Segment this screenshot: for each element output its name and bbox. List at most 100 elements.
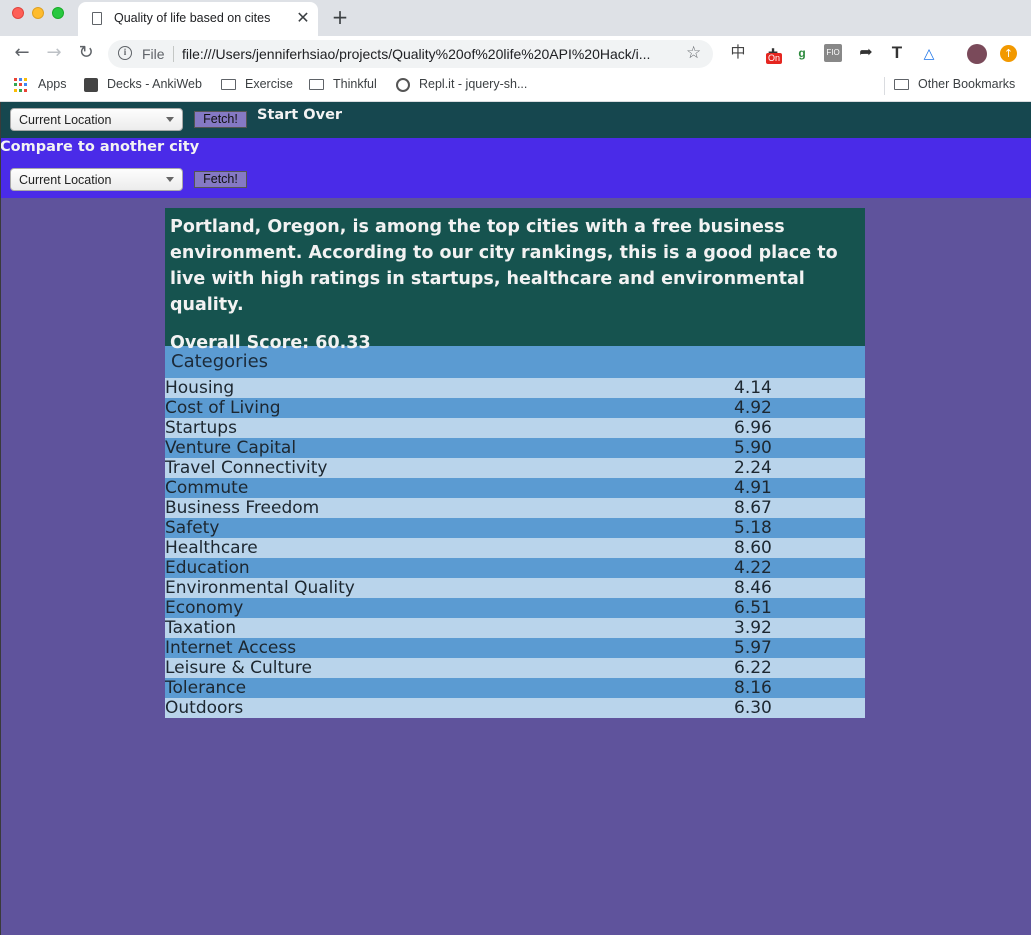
table-row: Venture Capital 5.90 [165, 438, 865, 458]
on-extension-icon[interactable]: ✚On [764, 44, 783, 64]
triangle-extension-icon[interactable]: △ [920, 44, 938, 62]
category-score: 8.60 [734, 538, 772, 558]
category-name: Tolerance [165, 678, 247, 698]
category-score: 8.16 [734, 678, 772, 698]
category-name: Business Freedom [165, 498, 320, 518]
chinese-extension-icon[interactable]: 中 [729, 44, 747, 62]
table-row: Business Freedom 8.67 [165, 498, 865, 518]
category-name: Housing [165, 378, 235, 398]
address-separator [173, 46, 174, 62]
green-extension-icon[interactable]: g [793, 44, 811, 62]
profile-avatar[interactable] [967, 44, 987, 64]
categories-table: Housing 4.14 Cost of Living 4.92 Startups 6.9… [165, 378, 865, 718]
minimize-window-button[interactable] [32, 7, 44, 19]
fetch-button[interactable]: Fetch! [194, 111, 247, 128]
info-icon[interactable]: i [118, 46, 132, 60]
folder-icon [894, 79, 909, 90]
summary-text: Portland, Oregon, is among the top citie… [170, 217, 838, 315]
folder-icon [221, 79, 236, 90]
bookmark-exercise[interactable]: Exercise [245, 77, 293, 91]
close-window-button[interactable] [12, 7, 24, 19]
category-name: Environmental Quality [165, 578, 355, 598]
folder-icon [309, 79, 324, 90]
bookmark-apps[interactable]: Apps [38, 77, 67, 91]
category-name: Outdoors [165, 698, 244, 718]
city-select[interactable]: Current Location [10, 108, 183, 131]
city-select-value: Current Location [19, 113, 112, 127]
category-score: 4.14 [734, 378, 772, 398]
page-content: Current Location Fetch! Start Over Compa… [0, 102, 1031, 935]
category-score: 8.67 [734, 498, 772, 518]
url-scheme: File [142, 46, 165, 62]
category-score: 6.96 [734, 418, 772, 438]
bookmark-star-icon[interactable]: ☆ [686, 43, 701, 63]
browser-tab-bar: Quality of life based on cites ✕ + [0, 0, 1031, 36]
close-tab-icon[interactable]: ✕ [294, 8, 312, 27]
url-text[interactable]: file:///Users/jenniferhsiao/projects/Qua… [182, 46, 672, 62]
table-row: Internet Access 5.97 [165, 638, 865, 658]
table-row: Tolerance 8.16 [165, 678, 865, 698]
ankiweb-icon [84, 78, 98, 92]
chevron-down-icon [166, 117, 174, 122]
bookmarks-bar: Apps Decks - AnkiWeb Exercise Thinkful R… [0, 71, 1031, 102]
category-name: Economy [165, 598, 244, 618]
category-name: Taxation [165, 618, 237, 638]
compare-city-select[interactable]: Current Location [10, 168, 183, 191]
category-name: Internet Access [165, 638, 297, 658]
category-score: 4.92 [734, 398, 772, 418]
bookmark-thinkful[interactable]: Thinkful [333, 77, 377, 91]
compare-title: Compare to another city [0, 139, 200, 155]
table-row: Commute 4.91 [165, 478, 865, 498]
replit-icon [396, 78, 410, 92]
compare-section: Compare to another city Current Location… [0, 138, 1031, 198]
category-score: 5.97 [734, 638, 772, 658]
back-icon[interactable]: ← [11, 42, 33, 63]
category-name: Venture Capital [165, 438, 297, 458]
apps-grid-icon [14, 78, 28, 92]
category-score: 4.22 [734, 558, 772, 578]
document-icon [92, 12, 102, 25]
city-summary: Portland, Oregon, is among the top citie… [165, 208, 865, 353]
maximize-window-button[interactable] [52, 7, 64, 19]
table-row: Travel Connectivity 2.24 [165, 458, 865, 478]
category-score: 6.22 [734, 658, 772, 678]
table-row: Education 4.22 [165, 558, 865, 578]
category-name: Travel Connectivity [165, 458, 328, 478]
t-extension-icon[interactable]: T [888, 44, 906, 62]
table-row: Housing 4.14 [165, 378, 865, 398]
category-name: Healthcare [165, 538, 258, 558]
category-name: Startups [165, 418, 237, 438]
chevron-down-icon [166, 177, 174, 182]
category-score: 4.91 [734, 478, 772, 498]
table-row: Startups 6.96 [165, 418, 865, 438]
start-over-button[interactable]: Start Over [257, 107, 342, 123]
table-row: Safety 5.18 [165, 518, 865, 538]
table-row: Economy 6.51 [165, 598, 865, 618]
category-score: 3.92 [734, 618, 772, 638]
fio-extension-icon[interactable]: FIO [824, 44, 842, 62]
category-score: 5.18 [734, 518, 772, 538]
tab-title: Quality of life based on cites [114, 11, 271, 25]
reload-icon[interactable]: ↻ [75, 42, 97, 63]
category-score: 6.30 [734, 698, 772, 718]
table-row: Outdoors 6.30 [165, 698, 865, 718]
compare-fetch-button[interactable]: Fetch! [194, 171, 247, 188]
bookmark-replit[interactable]: Repl.it - jquery-sh... [419, 77, 527, 91]
browser-tab[interactable]: Quality of life based on cites ✕ [78, 2, 318, 36]
forward-icon[interactable]: → [43, 42, 65, 63]
table-row: Cost of Living 4.92 [165, 398, 865, 418]
share-arrow-icon[interactable]: ➦ [857, 44, 875, 62]
bookmark-other[interactable]: Other Bookmarks [918, 77, 1015, 91]
category-score: 6.51 [734, 598, 772, 618]
address-bar[interactable]: i File file:///Users/jenniferhsiao/proje… [108, 40, 713, 68]
category-name: Education [165, 558, 250, 578]
table-row: Leisure & Culture 6.22 [165, 658, 865, 678]
category-score: 2.24 [734, 458, 772, 478]
bookmark-ankiweb[interactable]: Decks - AnkiWeb [107, 77, 202, 91]
update-icon[interactable]: ↑ [1000, 45, 1017, 62]
new-tab-icon[interactable]: + [330, 5, 350, 29]
results-card: Portland, Oregon, is among the top citie… [165, 208, 865, 718]
category-name: Cost of Living [165, 398, 281, 418]
bookmarks-separator [884, 77, 885, 95]
table-row: Healthcare 8.60 [165, 538, 865, 558]
